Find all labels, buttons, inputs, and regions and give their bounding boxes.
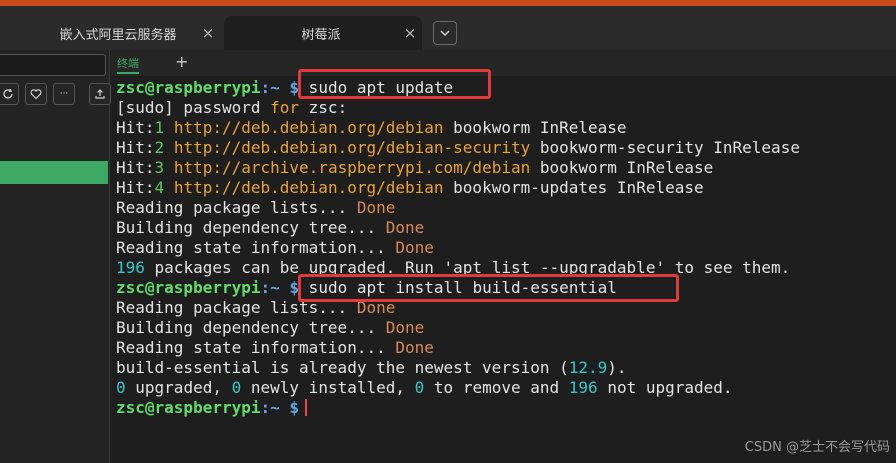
output-number: 12.9	[568, 358, 608, 377]
hit-label: Hit:	[116, 158, 155, 177]
refresh-button[interactable]	[0, 83, 19, 105]
output-number: 196	[568, 378, 598, 397]
terminal-line: Hit:3 http://archive.raspberrypi.com/deb…	[116, 158, 896, 178]
tab-raspberry-pi[interactable]: 树莓派 ×	[224, 16, 422, 50]
terminal-line: Reading state information... Done	[116, 238, 896, 258]
add-terminal-button[interactable]: +	[175, 52, 188, 71]
hit-url: http://archive.raspberrypi.com/debian	[173, 158, 531, 177]
output-text: not upgraded.	[597, 378, 733, 397]
tab-aliyun-server[interactable]: 嵌入式阿里云服务器 ×	[0, 16, 220, 50]
prompt-symbol: $	[289, 398, 300, 417]
hit-release: bookworm InRelease	[530, 158, 714, 177]
session-tab-bar: 嵌入式阿里云服务器 × 树莓派 ×	[0, 6, 896, 50]
prompt-path: :~	[260, 398, 280, 417]
hit-release: bookworm-security InRelease	[530, 138, 800, 157]
prompt-user: zsc@raspberrypi	[116, 78, 261, 97]
hit-number: 1	[154, 118, 165, 137]
hit-label: Hit:	[116, 138, 155, 157]
terminal-line: 0 upgraded, 0 newly installed, 0 to remo…	[116, 378, 896, 398]
done-label: Done	[356, 198, 396, 217]
done-label: Done	[385, 318, 425, 337]
output-number: 196	[116, 258, 145, 277]
terminal-line: zsc@raspberrypi:~ $	[116, 398, 896, 418]
output-keyword: for	[270, 98, 300, 117]
output-text: to remove and	[424, 378, 569, 397]
refresh-icon	[3, 88, 13, 99]
terminal-line: zsc@raspberrypi:~ $ sudo apt update	[116, 78, 896, 98]
more-icon: ···	[59, 89, 69, 99]
favorite-button[interactable]	[25, 83, 47, 105]
output-text: build-essential is already the newest ve…	[116, 358, 569, 377]
tab-dropdown-button[interactable]	[433, 21, 457, 45]
more-button[interactable]: ···	[53, 83, 75, 105]
hit-number: 3	[154, 158, 165, 177]
output-text: Reading state information...	[116, 238, 396, 257]
watermark: CSDN @芝士不会写代码	[744, 440, 890, 455]
terminal-line: Building dependency tree... Done	[116, 218, 896, 238]
output-text: Reading package lists...	[116, 198, 357, 217]
terminal-tab-bar: 终端 +	[111, 50, 896, 76]
terminal-line: Hit:2 http://deb.debian.org/debian-secur…	[116, 138, 896, 158]
terminal-output[interactable]: zsc@raspberrypi:~ $ sudo apt update [sudo…	[111, 76, 896, 463]
sidebar-selected-item[interactable]	[0, 161, 108, 184]
hit-url: http://deb.debian.org/debian	[173, 118, 444, 137]
output-number: 0	[116, 378, 126, 397]
hit-url: http://deb.debian.org/debian-security	[173, 138, 531, 157]
tab-terminal[interactable]: 终端	[117, 55, 139, 74]
tab-label: 树莓派	[301, 27, 341, 43]
output-text: zsc:	[299, 98, 348, 117]
done-label: Done	[395, 238, 434, 257]
chevron-down-icon	[440, 30, 450, 37]
terminal-line: Hit:1 http://deb.debian.org/debian bookw…	[116, 118, 896, 138]
hit-release: bookworm-updates InRelease	[443, 178, 704, 197]
done-label: Done	[395, 338, 434, 357]
sidebar-search-input[interactable]	[0, 54, 106, 76]
text-cursor	[305, 399, 308, 416]
prompt-path: :~	[260, 278, 280, 297]
hit-number: 2	[154, 138, 165, 157]
output-text: Building dependency tree...	[116, 218, 386, 237]
hit-release: bookworm InRelease	[443, 118, 627, 137]
command-highlight-box	[298, 69, 491, 99]
hit-label: Hit:	[116, 118, 155, 137]
sidebar-toolbar: ···	[0, 83, 117, 107]
close-icon[interactable]: ×	[196, 24, 220, 42]
terminal-line: build-essential is already the newest ve…	[116, 358, 896, 378]
terminal-line: Reading package lists... Done	[116, 198, 896, 218]
upload-icon	[95, 89, 105, 99]
upload-button[interactable]	[89, 83, 111, 105]
hit-url: http://deb.debian.org/debian	[173, 178, 444, 197]
prompt-user: zsc@raspberrypi	[116, 278, 261, 297]
terminal-line: Hit:4 http://deb.debian.org/debian bookw…	[116, 178, 896, 198]
command-highlight-box	[298, 274, 679, 302]
file-sidebar: ···	[0, 50, 111, 463]
output-text: [sudo] password	[116, 98, 271, 117]
terminal-line: [sudo] password for zsc:	[116, 98, 896, 118]
output-text: ).	[607, 358, 627, 377]
hit-label: Hit:	[116, 178, 155, 197]
output-text: newly installed,	[241, 378, 415, 397]
close-icon[interactable]: ×	[398, 24, 422, 42]
done-label: Done	[385, 218, 425, 237]
tab-label: 嵌入式阿里云服务器	[59, 27, 177, 43]
output-text: Building dependency tree...	[116, 318, 386, 337]
heart-icon	[30, 89, 42, 100]
terminal-line: Reading state information... Done	[116, 338, 896, 358]
terminal-line: Building dependency tree... Done	[116, 318, 896, 338]
output-text: Reading state information...	[116, 338, 396, 357]
prompt-user: zsc@raspberrypi	[116, 398, 261, 417]
output-number: 0	[414, 378, 425, 397]
output-number: 0	[231, 378, 242, 397]
output-text: upgraded,	[125, 378, 232, 397]
hit-number: 4	[154, 178, 165, 197]
prompt-path: :~	[260, 78, 280, 97]
